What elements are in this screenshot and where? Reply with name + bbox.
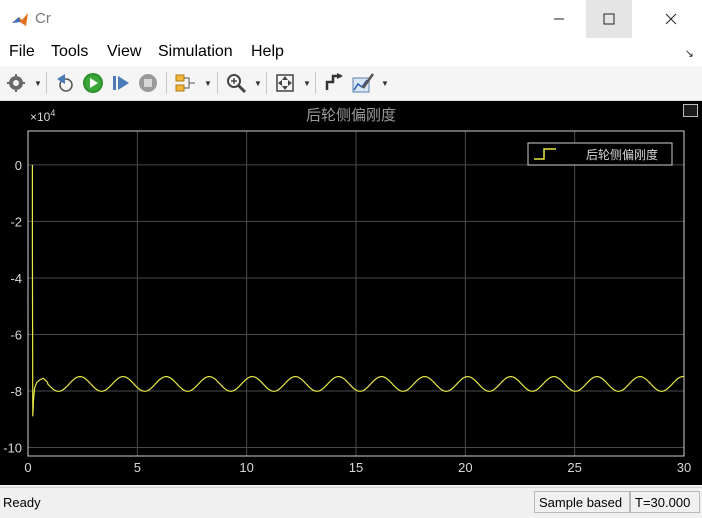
x-tick-label: 15 xyxy=(349,460,363,475)
dock-arrow-icon[interactable]: ↘ xyxy=(685,47,694,60)
close-button[interactable] xyxy=(648,0,694,38)
menu-tools[interactable]: Tools xyxy=(51,43,88,61)
minimize-icon xyxy=(554,18,564,20)
legend-label: 后轮侧偏刚度 xyxy=(586,147,658,162)
maximize-icon xyxy=(603,13,615,25)
toolbar-separator xyxy=(166,72,167,94)
series-line xyxy=(31,164,685,417)
x-tick-label: 10 xyxy=(239,460,253,475)
y-tick-label: -8 xyxy=(10,384,22,399)
style-dropdown-icon[interactable]: ▼ xyxy=(381,79,389,88)
step-back-button[interactable] xyxy=(54,71,78,95)
style-button[interactable] xyxy=(350,71,376,95)
step-forward-button[interactable] xyxy=(109,71,133,95)
zoom-dropdown-icon[interactable]: ▼ xyxy=(254,79,262,88)
x-tick-label: 20 xyxy=(458,460,472,475)
zoom-icon xyxy=(227,74,247,94)
maximize-button[interactable] xyxy=(586,0,632,38)
toolbar-separator xyxy=(217,72,218,94)
menu-simulation[interactable]: Simulation xyxy=(158,43,233,61)
menu-bar: File Tools View Simulation Help ↘ xyxy=(0,38,702,66)
x-tick-label: 5 xyxy=(134,460,141,475)
y-tick-label: -10 xyxy=(3,441,22,456)
fit-to-view-icon xyxy=(276,74,294,92)
y-tick-label: -4 xyxy=(10,271,22,286)
menu-help[interactable]: Help xyxy=(251,43,284,61)
y-tick-label: -2 xyxy=(10,214,22,229)
cursor-measurements-button[interactable] xyxy=(322,71,346,95)
title-bar: Cr xyxy=(0,0,702,38)
window-title: Cr xyxy=(35,10,51,27)
toolbar-separator xyxy=(315,72,316,94)
fit-to-view-dropdown-icon[interactable]: ▼ xyxy=(303,79,311,88)
grid xyxy=(27,131,685,456)
style-icon xyxy=(352,73,375,93)
toolbar-separator xyxy=(266,72,267,94)
signal-highlight-dropdown-icon[interactable]: ▼ xyxy=(204,79,212,88)
y-tick-label: 0 xyxy=(15,158,22,173)
simulation-time-status: T=30.000 xyxy=(630,491,700,513)
configuration-button[interactable] xyxy=(5,71,27,95)
legend[interactable]: 后轮侧偏刚度 xyxy=(527,142,673,166)
toolbar-separator xyxy=(46,72,47,94)
cursor-measure-icon xyxy=(325,73,343,90)
configuration-dropdown-icon[interactable]: ▼ xyxy=(34,79,42,88)
signal-highlight-button[interactable] xyxy=(173,71,197,95)
toolbar: ▼ ▼ ▼ ▼ ▼ xyxy=(0,66,702,101)
status-bar: Ready Sample based T=30.000 xyxy=(0,487,702,518)
fit-to-view-button[interactable] xyxy=(273,71,297,95)
x-tick-label: 25 xyxy=(567,460,581,475)
plot-canvas: 0 5 10 15 20 25 30 0 -2 -4 -6 -8 -10 ×104 后轮侧偏刚度 xyxy=(3,108,691,475)
sample-mode-status: Sample based xyxy=(534,491,630,513)
gear-icon xyxy=(7,74,25,92)
menu-view[interactable]: View xyxy=(107,43,141,61)
minimize-button[interactable] xyxy=(536,0,582,38)
ticks: 0 5 10 15 20 25 30 0 -2 -4 -6 -8 -10 xyxy=(3,158,691,475)
stop-icon xyxy=(139,74,157,92)
status-ready: Ready xyxy=(3,495,41,510)
y-exponent-label: ×104 xyxy=(30,108,55,124)
matlab-icon xyxy=(10,9,30,29)
run-icon xyxy=(83,73,103,93)
close-icon xyxy=(665,13,677,25)
menu-file[interactable]: File xyxy=(9,43,35,61)
signal-highlight-icon xyxy=(175,74,195,92)
stop-button[interactable] xyxy=(136,71,160,95)
step-forward-icon xyxy=(113,76,129,90)
x-tick-label: 30 xyxy=(677,460,691,475)
rewind-icon xyxy=(57,74,73,92)
run-button[interactable] xyxy=(81,71,105,95)
zoom-button[interactable] xyxy=(224,71,248,95)
y-tick-label: -6 xyxy=(10,327,22,342)
x-tick-label: 0 xyxy=(24,460,31,475)
